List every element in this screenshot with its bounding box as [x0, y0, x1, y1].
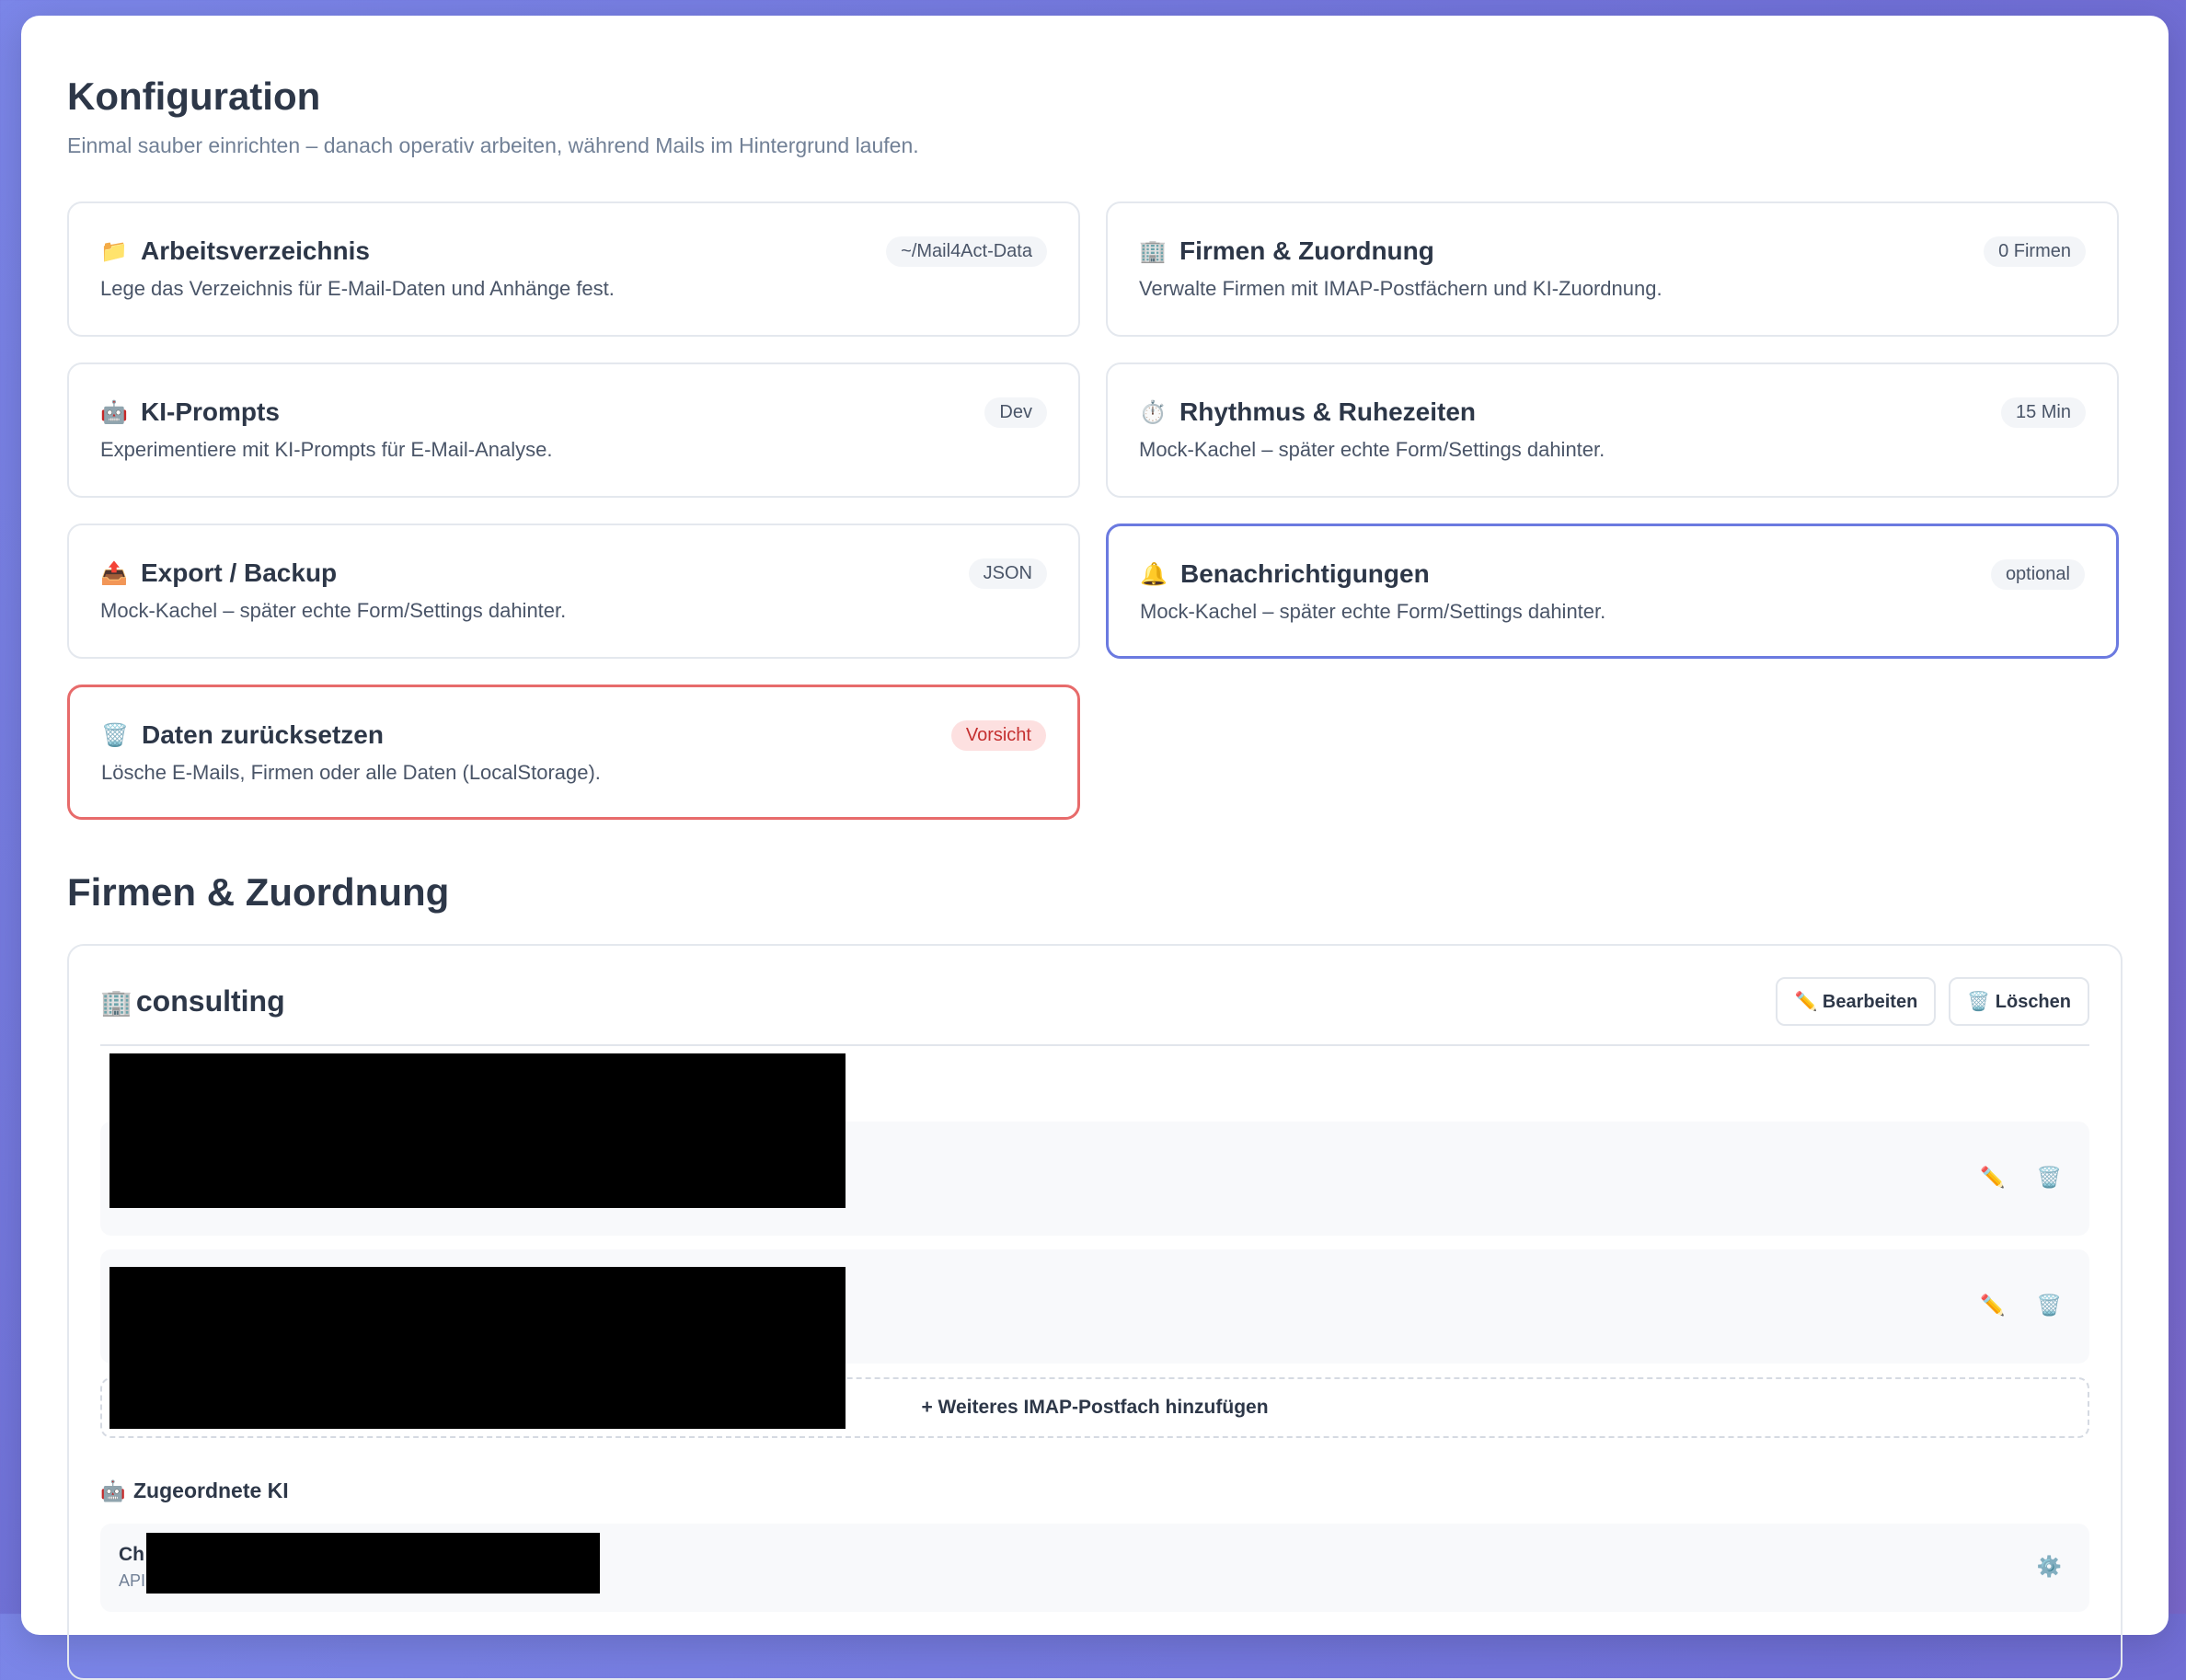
tile-title: Rhythmus & Ruhezeiten [1179, 397, 1477, 426]
bell-icon: 🔔 [1140, 561, 1168, 587]
tile-benachrichtigungen[interactable]: 🔔 Benachrichtigungen optional Mock-Kache… [1106, 524, 2119, 659]
tile-badge: 15 Min [2000, 397, 2086, 428]
tile-description: Lege das Verzeichnis für E-Mail-Daten un… [100, 277, 615, 300]
building-icon: 🏢 [100, 988, 132, 1017]
ki-subtitle: API [119, 1571, 146, 1590]
imap-mailbox-list: ✏️ 🗑️ ✏️ 🗑️ + Weiteres IMAP-Postfach hin… [100, 1050, 2089, 1445]
settings-tile-grid: 📁 Arbeitsverzeichnis ~/Mail4Act-Data Leg… [67, 201, 2123, 820]
robot-icon: 🤖 [100, 399, 128, 425]
assigned-ki-row: Ch API ⚙️ [100, 1524, 2089, 1612]
tile-arbeitsverzeichnis[interactable]: 📁 Arbeitsverzeichnis ~/Mail4Act-Data Leg… [67, 201, 1080, 337]
tile-firmen-zuordnung[interactable]: 🏢 Firmen & Zuordnung 0 Firmen Verwalte F… [1106, 201, 2119, 337]
page-title: Konfiguration [67, 75, 321, 118]
tile-title: Export / Backup [141, 558, 338, 587]
tile-badge: ~/Mail4Act-Data [886, 236, 1047, 267]
edit-company-button[interactable]: ✏️ Bearbeiten [1776, 977, 1937, 1026]
tile-description: Lösche E-Mails, Firmen oder alle Daten (… [101, 761, 601, 784]
tile-description: Verwalte Firmen mit IMAP-Postfächern und… [1139, 277, 1663, 300]
tile-description: Experimentiere mit KI-Prompts für E-Mail… [100, 438, 553, 461]
tile-badge: JSON [968, 558, 1047, 589]
tile-description: Mock-Kachel – später echte Form/Settings… [100, 599, 567, 622]
folder-icon: 📁 [100, 238, 128, 264]
company-name: consulting [135, 984, 285, 1018]
company-card: 🏢 consulting ✏️ Bearbeiten 🗑️ Löschen ✏️ … [67, 944, 2123, 1680]
outbox-icon: 📤 [100, 560, 128, 586]
gear-icon[interactable]: ⚙️ [2037, 1555, 2062, 1579]
building-icon: 🏢 [1139, 238, 1167, 264]
tile-badge: optional [1990, 558, 2085, 590]
tile-title: Arbeitsverzeichnis [141, 236, 370, 265]
tile-description: Mock-Kachel – später echte Form/Settings… [1140, 600, 1606, 623]
tile-title: Daten zurücksetzen [142, 720, 384, 749]
trash-icon: 🗑️ [101, 722, 129, 748]
trash-icon[interactable]: 🗑️ [2037, 1166, 2062, 1190]
tile-export-backup[interactable]: 📤 Export / Backup JSON Mock-Kachel – spä… [67, 524, 1080, 659]
tile-rhythmus-ruhezeiten[interactable]: ⏱️ Rhythmus & Ruhezeiten 15 Min Mock-Kac… [1106, 362, 2119, 498]
tile-daten-zuruecksetzen[interactable]: 🗑️ Daten zurücksetzen Vorsicht Lösche E-… [67, 685, 1080, 820]
pencil-icon[interactable]: ✏️ [1980, 1166, 2005, 1190]
stopwatch-icon: ⏱️ [1139, 399, 1167, 425]
trash-icon[interactable]: 🗑️ [2037, 1294, 2062, 1318]
delete-company-button[interactable]: 🗑️ Löschen [1949, 977, 2089, 1026]
tile-title: KI-Prompts [141, 397, 280, 426]
redacted-block [109, 1053, 846, 1208]
assigned-ki-heading: 🤖 Zugeordnete KI [100, 1479, 2089, 1503]
assigned-ki-title: Zugeordnete KI [133, 1479, 289, 1502]
robot-icon: 🤖 [100, 1479, 126, 1502]
section-title: Firmen & Zuordnung [67, 870, 450, 914]
tile-badge: Dev [984, 397, 1047, 428]
tile-ki-prompts[interactable]: 🤖 KI-Prompts Dev Experimentiere mit KI-P… [67, 362, 1080, 498]
ki-name: Ch [119, 1544, 144, 1565]
redacted-block [109, 1267, 846, 1429]
tile-badge: 0 Firmen [1984, 236, 2086, 267]
warning-badge: Vorsicht [950, 719, 1046, 751]
settings-panel: Konfiguration Einmal sauber einrichten –… [21, 16, 2169, 1680]
tile-title: Benachrichtigungen [1180, 559, 1430, 588]
company-header: 🏢 consulting ✏️ Bearbeiten 🗑️ Löschen [100, 977, 2089, 1046]
tile-description: Mock-Kachel – später echte Form/Settings… [1139, 438, 1605, 461]
tile-title: Firmen & Zuordnung [1179, 236, 1434, 265]
redacted-block [146, 1533, 600, 1594]
page-subtitle: Einmal sauber einrichten – danach operat… [67, 133, 919, 157]
pencil-icon[interactable]: ✏️ [1980, 1294, 2005, 1318]
